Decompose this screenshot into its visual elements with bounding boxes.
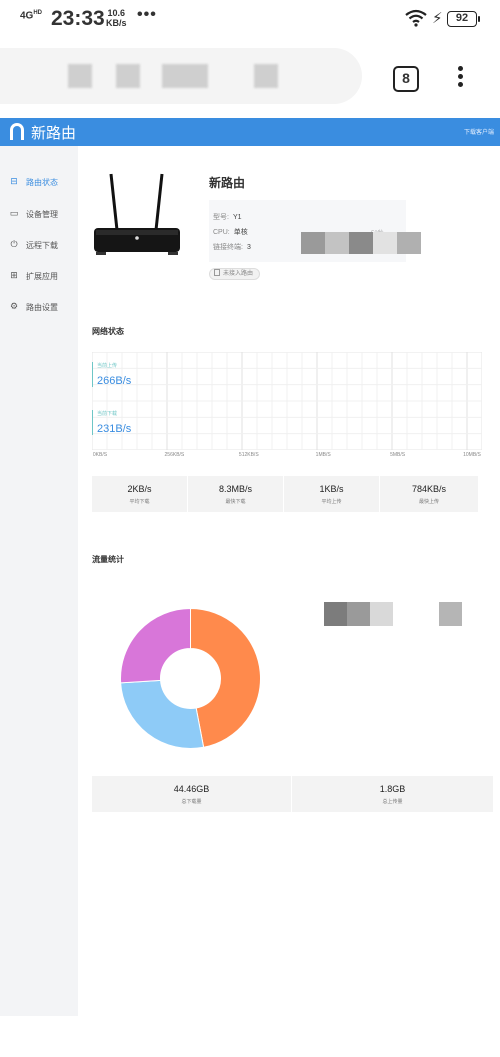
stat-avg-upload: 1KB/s 平均上传 <box>284 476 380 512</box>
download-icon: ⏻ <box>10 239 18 249</box>
router-status-icon: ⊟ <box>10 176 18 186</box>
sidebar-item-router-status[interactable]: ⊟ 路由状态 <box>0 172 78 192</box>
axis-tick-label: 5MB/S <box>390 452 406 458</box>
device-info-panel: 型号:Y1 CPU:单核 链接终端:3 53秒 <box>209 200 421 262</box>
sidebar-item-label: 远程下载 <box>26 241 58 250</box>
traffic-donut-chart <box>120 607 261 749</box>
axis-tick-label: 10MB/S <box>463 452 481 458</box>
browser-toolbar: 8 <box>0 40 500 112</box>
upload-caption: 当前上传 <box>97 363 118 369</box>
axis-tick-label: 512KB/S <box>238 452 259 458</box>
axis-tick-label: 256KB/S <box>164 452 185 458</box>
status-time: 23:33 <box>51 7 105 30</box>
donut-slice <box>190 607 261 748</box>
total-upload: 1.8GB 总上传量 <box>379 784 406 805</box>
main-content: 新路由 型号:Y1 CPU:单核 链接终端:3 53秒 未接入路由 网络状态 当… <box>78 146 500 1016</box>
sidebar-item-label: 设备管理 <box>26 210 58 219</box>
more-notifications-icon: ••• <box>137 6 157 23</box>
upload-value: 266B/s <box>97 375 132 387</box>
redacted-info <box>301 232 421 254</box>
unregistered-badge[interactable]: 未接入路由 <box>209 268 261 280</box>
traffic-totals: 44.46GB 总下载量 1.8GB 总上传量 <box>92 776 493 812</box>
screen: 4GHD 23:33 10.6 KB/s ••• ⚡ 92 8 新路由 下载客户… <box>0 0 500 1057</box>
download-indicator: 当前下载 231B/s <box>92 410 172 435</box>
donut-slice <box>120 679 205 749</box>
total-download: 44.46GB 总下载量 <box>92 776 292 812</box>
tab-switcher-button[interactable]: 8 <box>393 66 419 92</box>
stat-max-upload: 784KB/s 最快上传 <box>411 484 447 505</box>
settings-icon: ⚙ <box>9 301 19 311</box>
traffic-stats-title: 流量统计 <box>92 555 124 564</box>
donut-legend-redacted <box>286 576 496 638</box>
apps-grid-icon: ⊞ <box>10 270 18 280</box>
battery-icon: 92 <box>447 11 480 27</box>
sidebar: ⊟ 路由状态 ▭ 设备管理 ⏻ 远程下载 ⊞ 扩展应用 ⚙ 路由设置 <box>0 146 78 1016</box>
logo-icon <box>10 123 24 140</box>
charging-icon: ⚡ <box>432 10 443 27</box>
overflow-menu-icon[interactable] <box>455 66 465 94</box>
network-indicator: 4GHD <box>20 10 43 22</box>
network-speed: 10.6 KB/s <box>106 8 127 28</box>
connected-devices-row: 链接终端: 3 <box>213 244 251 251</box>
network-status-title: 网络状态 <box>92 327 124 336</box>
download-value: 231B/s <box>97 423 132 435</box>
speed-axis: 0KB/S 256KB/S 512KB/S 1MB/S 5MB/S 10MB/S <box>92 452 482 462</box>
sidebar-item-label: 路由状态 <box>26 178 58 187</box>
download-caption: 当前下载 <box>97 411 118 417</box>
download-client-link[interactable]: 下载客户端 <box>464 127 494 136</box>
stat-avg-download: 2KB/s 平均下载 <box>92 476 188 512</box>
app-title: 新路由 <box>31 125 77 142</box>
wifi-icon <box>405 9 427 27</box>
device-icon: ▭ <box>9 208 19 218</box>
axis-tick-label: 1MB/S <box>315 452 331 458</box>
upload-indicator: 当前上传 266B/s <box>92 362 172 387</box>
sidebar-item-router-settings[interactable]: ⚙ 路由设置 <box>0 297 78 317</box>
status-bar: 4GHD 23:33 10.6 KB/s ••• ⚡ 92 <box>0 0 500 38</box>
axis-tick-label: 0KB/S <box>92 452 108 458</box>
device-name: 新路由 <box>209 176 246 190</box>
stat-max-download: 8.3MB/s 最快下载 <box>188 476 284 512</box>
sidebar-item-device-management[interactable]: ▭ 设备管理 <box>0 204 78 224</box>
sidebar-item-remote-download[interactable]: ⏻ 远程下载 <box>0 235 78 255</box>
model-row: 型号: Y1 <box>213 214 242 221</box>
app-header: 新路由 下载客户端 <box>0 118 500 146</box>
sidebar-item-extensions[interactable]: ⊞ 扩展应用 <box>0 266 78 286</box>
sidebar-item-label: 扩展应用 <box>26 272 58 281</box>
cpu-row: CPU: 单核 <box>213 229 248 236</box>
network-stats: 2KB/s 平均下载 8.3MB/s 最快下载 1KB/s 平均上传 784KB/s 最… <box>92 476 478 512</box>
phone-icon <box>214 269 220 276</box>
donut-slice <box>120 607 191 684</box>
sidebar-item-label: 路由设置 <box>26 303 58 312</box>
address-bar[interactable] <box>0 48 362 104</box>
router-image <box>94 173 180 255</box>
